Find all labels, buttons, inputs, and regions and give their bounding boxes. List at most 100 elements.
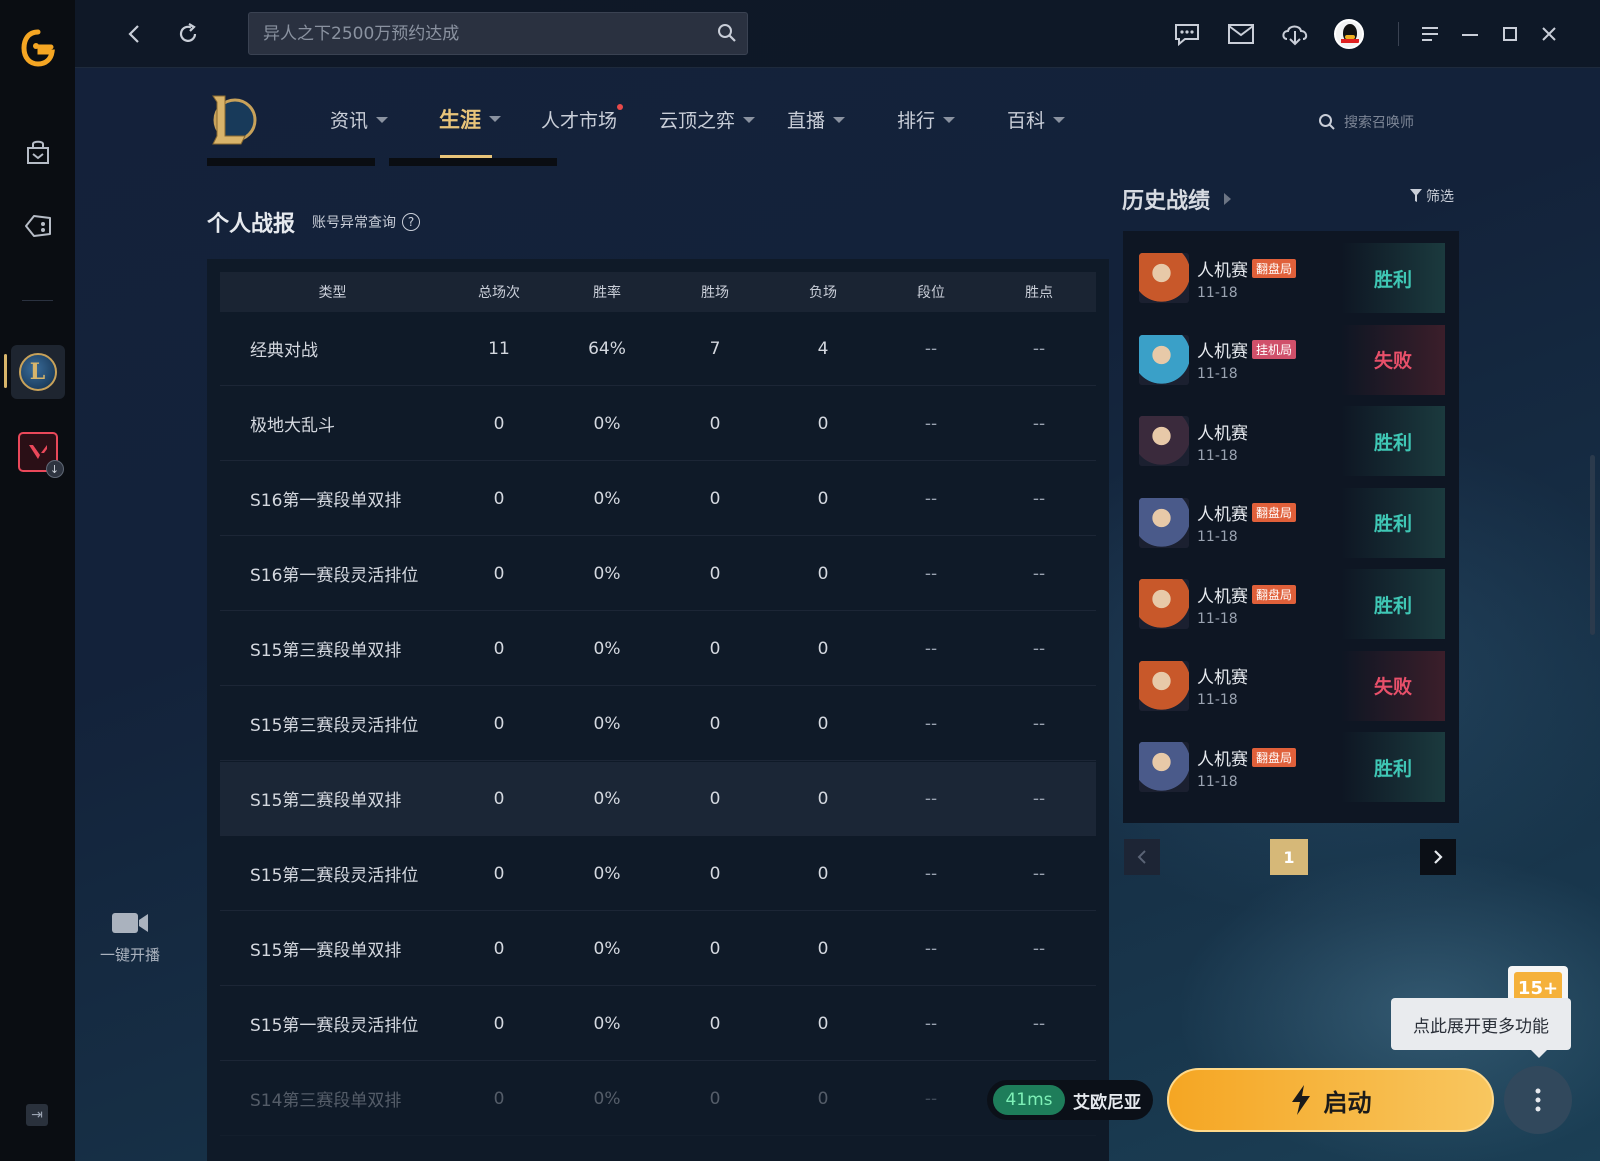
table-cell: 0 xyxy=(709,638,721,659)
live-stream-button[interactable]: 一键开播 xyxy=(80,910,180,965)
tab-label: 百科 xyxy=(1007,110,1046,132)
filter-button[interactable]: 筛选 xyxy=(1410,186,1454,206)
tab-wiki[interactable]: 百科 xyxy=(1007,106,1066,133)
tab-news[interactable]: 资讯 xyxy=(330,106,389,133)
tab-career[interactable]: 生涯 xyxy=(439,104,501,134)
sidebar-item-lol[interactable]: L xyxy=(0,344,75,400)
help-icon[interactable]: ? xyxy=(402,213,420,231)
search-icon[interactable] xyxy=(717,23,737,47)
table-row[interactable]: S15第二赛段单双排 0 0% 0 0 -- -- xyxy=(220,762,1096,836)
table-row[interactable]: S16第一赛段单双排 0 0% 0 0 -- -- xyxy=(220,462,1096,536)
champion-portrait xyxy=(1139,660,1189,711)
table-cell: 0% xyxy=(593,938,621,959)
chevron-down-icon xyxy=(743,116,756,123)
server-selector[interactable]: 41ms 艾欧尼亚 xyxy=(987,1080,1153,1120)
table-row[interactable]: 极地大乱斗 0 0% 0 0 -- -- xyxy=(220,387,1096,461)
next-page-button[interactable] xyxy=(1420,839,1456,875)
game-controller-icon[interactable] xyxy=(0,206,75,246)
scrollbar[interactable] xyxy=(1590,455,1595,635)
table-cell: 0% xyxy=(593,413,621,434)
store-bag-icon[interactable] xyxy=(0,132,75,172)
table-cell: 0% xyxy=(593,713,621,734)
table-row[interactable]: S15第二赛段灵活排位 0 0% 0 0 -- -- xyxy=(220,837,1096,911)
download-manager-icon[interactable] xyxy=(1279,18,1311,50)
table-cell: 0 xyxy=(709,788,721,809)
summoner-search-placeholder: 搜索召唤师 xyxy=(1344,115,1414,131)
chevron-down-icon xyxy=(833,116,846,123)
row-type: S14第三赛段单双排 xyxy=(250,1091,402,1111)
table-cell: -- xyxy=(1032,713,1046,734)
table-cell: 0 xyxy=(493,563,505,584)
table-cell: 0 xyxy=(709,1013,721,1034)
match-mode: 人机赛 xyxy=(1197,342,1248,362)
prev-page-button[interactable] xyxy=(1124,839,1160,875)
maximize-icon[interactable] xyxy=(1494,18,1526,50)
league-of-legends-logo-icon[interactable] xyxy=(205,90,257,148)
column-header: 负场 xyxy=(809,285,837,301)
account-check-link[interactable]: 账号异常查询 ? xyxy=(312,212,420,232)
match-item[interactable]: 人机赛 挂机局 11-18 失败 xyxy=(1139,324,1445,395)
table-cell: 0% xyxy=(593,638,621,659)
tab-ranking[interactable]: 排行 xyxy=(897,106,956,133)
more-options-button[interactable] xyxy=(1504,1066,1572,1134)
table-cell: 0 xyxy=(493,938,505,959)
match-date: 11-18 xyxy=(1197,284,1238,301)
table-row[interactable]: S15第三赛段单双排 0 0% 0 0 -- -- xyxy=(220,612,1096,686)
table-row[interactable]: 经典对战 11 64% 7 4 -- -- xyxy=(220,312,1096,386)
page-number[interactable]: 1 xyxy=(1270,839,1308,875)
table-cell: -- xyxy=(924,713,938,734)
match-item[interactable]: 人机赛 翻盘局 11-18 胜利 xyxy=(1139,569,1445,639)
stats-table: 类型 总场次 胜率 胜场 负场 段位 胜点 经典对战 11 64% 7 4 -- -- 极地大… xyxy=(207,259,1109,1161)
match-result: 胜利 xyxy=(1341,732,1445,802)
match-mode: 人机赛 xyxy=(1197,668,1248,688)
tab-live[interactable]: 直播 xyxy=(787,106,846,133)
match-item[interactable]: 人机赛 11-18 失败 xyxy=(1139,650,1445,721)
menu-icon[interactable] xyxy=(1414,18,1446,50)
launch-button[interactable]: 启动 xyxy=(1167,1068,1494,1132)
match-result: 失败 xyxy=(1341,650,1445,721)
match-item[interactable]: 人机赛 翻盘局 11-18 胜利 xyxy=(1139,732,1445,802)
top-bar xyxy=(75,0,1600,68)
refresh-icon[interactable] xyxy=(174,20,202,48)
tab-talent-market[interactable]: 人才市场 xyxy=(541,104,624,133)
camera-icon xyxy=(112,913,148,933)
table-row[interactable]: S15第三赛段灵活排位 0 0% 0 0 -- -- xyxy=(220,687,1096,761)
tab-tft[interactable]: 云顶之弈 xyxy=(659,106,756,133)
champion-portrait xyxy=(1139,253,1189,303)
sidebar-divider xyxy=(22,300,53,301)
search-input[interactable] xyxy=(263,13,703,54)
app-logo-icon[interactable] xyxy=(0,26,75,70)
tab-label: 云顶之弈 xyxy=(659,110,736,132)
mail-icon[interactable] xyxy=(1225,18,1257,50)
table-cell: 0 xyxy=(709,713,721,734)
champion-portrait xyxy=(1139,579,1189,629)
sidebar-item-valorant[interactable]: ↓ xyxy=(0,430,75,478)
collapse-sidebar-icon[interactable]: ⇥ xyxy=(26,1104,48,1126)
user-avatar[interactable] xyxy=(1333,18,1365,50)
match-item[interactable]: 人机赛 翻盘局 11-18 胜利 xyxy=(1139,487,1445,558)
tab-label: 直播 xyxy=(787,110,826,132)
search-box[interactable] xyxy=(248,12,748,55)
more-functions-tooltip: 点此展开更多功能 xyxy=(1391,998,1571,1058)
table-cell: 0% xyxy=(593,488,621,509)
close-icon[interactable] xyxy=(1533,18,1565,50)
match-date: 11-18 xyxy=(1197,366,1238,382)
table-cell: 64% xyxy=(588,338,626,359)
download-icon: ↓ xyxy=(45,460,64,478)
table-row[interactable]: S16第一赛段灵活排位 0 0% 0 0 -- -- xyxy=(220,537,1096,611)
table-row[interactable]: S15第一赛段灵活排位 0 0% 0 0 -- -- xyxy=(220,987,1096,1061)
tab-label: 排行 xyxy=(897,110,936,132)
match-item[interactable]: 人机赛 11-18 胜利 xyxy=(1139,406,1445,476)
table-cell: 7 xyxy=(709,338,721,359)
history-title-link[interactable]: 历史战绩 xyxy=(1122,183,1232,215)
live-stream-label: 一键开播 xyxy=(99,946,160,964)
notification-dot xyxy=(617,104,624,110)
summoner-search[interactable]: 搜索召唤师 xyxy=(1318,105,1468,139)
table-row[interactable]: S14第三赛段单双排00%00---- xyxy=(220,1062,1096,1136)
minimize-icon[interactable] xyxy=(1454,18,1486,50)
back-icon[interactable] xyxy=(120,20,148,48)
match-item[interactable]: 人机赛 翻盘局 11-18 胜利 xyxy=(1139,243,1445,313)
chat-icon[interactable] xyxy=(1171,18,1203,50)
match-mode: 人机赛 xyxy=(1197,586,1248,607)
table-row[interactable]: S15第一赛段单双排 0 0% 0 0 -- -- xyxy=(220,912,1096,986)
